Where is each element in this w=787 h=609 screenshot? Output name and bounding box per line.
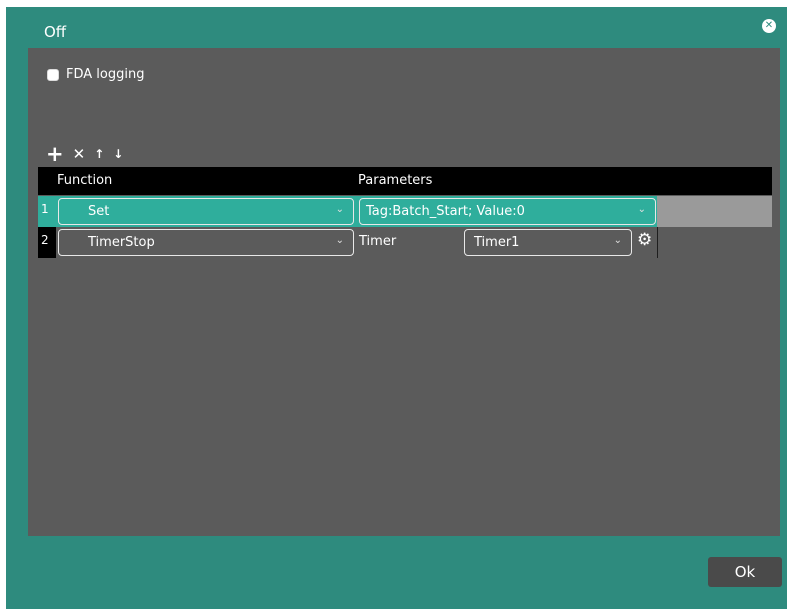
row-number: 1	[38, 196, 56, 227]
column-divider	[657, 227, 658, 258]
function-select[interactable]: Set ⌄	[58, 198, 354, 225]
gear-icon[interactable]: ⚙	[637, 232, 652, 249]
dialog-window: Off ✕ FDA logging + ✕ ↑ ↓ Function Param…	[6, 7, 787, 609]
table-row[interactable]: 2 TimerStop ⌄ Timer Timer1 ⌄ ⚙	[38, 227, 772, 258]
chevron-down-icon: ⌄	[335, 204, 344, 215]
arrow-down-icon[interactable]: ↓	[113, 146, 123, 162]
fda-logging-checkbox[interactable]	[47, 68, 59, 81]
parameters-select-value: Tag:Batch_Start; Value:0	[366, 204, 525, 219]
content-panel: FDA logging + ✕ ↑ ↓ Function Parameters …	[28, 48, 780, 536]
parameters-select[interactable]: Tag:Batch_Start; Value:0 ⌄	[359, 198, 656, 225]
chevron-down-icon: ⌄	[637, 204, 646, 215]
x-icon[interactable]: ✕	[73, 146, 86, 162]
function-select-value: Set	[88, 204, 110, 219]
fda-logging-option[interactable]: FDA logging	[47, 67, 144, 82]
function-select-value: TimerStop	[88, 235, 155, 250]
table-row[interactable]: 1 Set ⌄ Tag:Batch_Start; Value:0 ⌄	[38, 196, 772, 227]
column-header-function: Function	[57, 173, 113, 188]
timer-select[interactable]: Timer1 ⌄	[464, 229, 632, 256]
chevron-down-icon: ⌄	[335, 235, 344, 246]
chevron-down-icon: ⌄	[613, 235, 622, 246]
grid-header: Function Parameters	[38, 167, 772, 195]
timer-select-value: Timer1	[474, 235, 520, 250]
row-number: 2	[38, 227, 56, 258]
timer-param-label: Timer	[359, 234, 397, 249]
fda-logging-label: FDA logging	[66, 67, 145, 82]
plus-icon[interactable]: +	[46, 144, 64, 165]
row-filler	[657, 196, 772, 227]
arrow-up-icon[interactable]: ↑	[94, 146, 104, 162]
ok-button[interactable]: Ok	[708, 557, 782, 587]
dialog-title: Off	[44, 23, 67, 41]
grid-toolbar: + ✕ ↑ ↓	[46, 144, 123, 165]
function-select[interactable]: TimerStop ⌄	[58, 229, 354, 256]
column-header-parameters: Parameters	[358, 173, 433, 188]
close-icon[interactable]: ✕	[762, 19, 776, 33]
